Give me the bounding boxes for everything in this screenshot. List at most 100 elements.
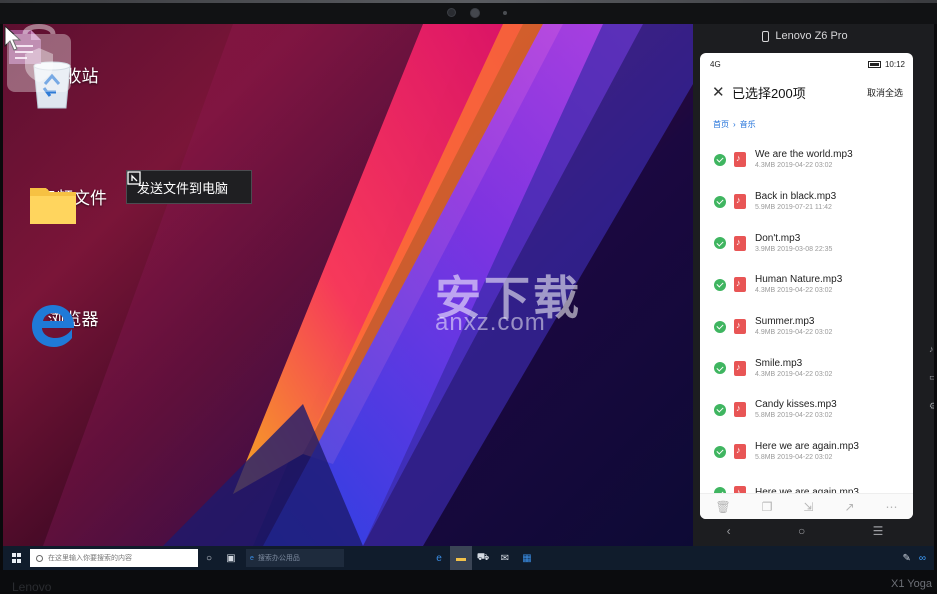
- checked-icon[interactable]: [714, 195, 726, 208]
- phone-screen: 4G 10:12 ✕ 已选择200项 取消全选 首页 › 音乐 We are t…: [700, 53, 913, 519]
- trash-icon[interactable]: 🗑: [715, 500, 730, 514]
- brand-model: X1 Yoga: [891, 578, 932, 590]
- checked-icon[interactable]: [714, 445, 726, 458]
- laptop-screen: 回收站 音频文件 浏览器 发送文件到电脑: [3, 24, 934, 570]
- battery-icon: [867, 60, 881, 68]
- deselect-all-button[interactable]: 取消全选: [867, 86, 903, 99]
- recents-icon[interactable]: ☰: [873, 524, 884, 538]
- laptop-bezel-bottom: Lenovo X1 Yoga: [0, 570, 937, 594]
- pen-icon[interactable]: ✎: [902, 553, 910, 564]
- list-item[interactable]: Smile.mp34.3MB 2019-04-22 03:02: [700, 347, 913, 389]
- edge-small-icon: e: [250, 554, 254, 562]
- list-item[interactable]: Here we are again.mp35.8MB 2019-04-22 03…: [700, 431, 913, 473]
- breadcrumb: 首页 › 音乐: [700, 113, 913, 135]
- list-item[interactable]: Don't.mp33.9MB 2019-03-08 22:35: [700, 222, 913, 264]
- search-icon: [36, 554, 43, 562]
- device-name: Lenovo Z6 Pro: [775, 30, 848, 42]
- music-file-icon: [734, 319, 746, 335]
- music-file-icon: [734, 277, 746, 293]
- ir-sensor: [447, 8, 456, 17]
- tooltip-text: 发送文件到电脑: [137, 180, 229, 196]
- list-item[interactable]: Back in black.mp35.9MB 2019-07-21 11:42: [700, 181, 913, 223]
- desktop-icon-audio-folder[interactable]: 音频文件: [28, 180, 118, 224]
- status-time: 10:12: [884, 59, 905, 69]
- edge-browser-icon: [32, 305, 75, 347]
- move-icon[interactable]: ⇲: [803, 500, 813, 514]
- pin-icon[interactable]: ♪: [929, 344, 934, 354]
- checked-icon[interactable]: [714, 362, 726, 375]
- checked-icon[interactable]: [714, 320, 726, 333]
- app-icon[interactable]: ▦: [516, 546, 538, 570]
- breadcrumb-home[interactable]: 首页: [713, 119, 729, 130]
- mail-icon[interactable]: ✉: [494, 546, 516, 570]
- copy-icon[interactable]: ❐: [762, 500, 773, 514]
- wallpaper-streaks: [43, 24, 693, 546]
- file-name: Here we are again.mp3: [755, 441, 859, 453]
- file-meta: 4.3MB 2019-04-22 03:02: [755, 370, 833, 378]
- more-icon[interactable]: ⋯: [885, 500, 897, 514]
- file-name: Smile.mp3: [755, 357, 803, 369]
- list-item[interactable]: We are the world.mp34.3MB 2019-04-22 03:…: [700, 139, 913, 181]
- windows-start-icon[interactable]: [12, 553, 22, 563]
- cortana-icon[interactable]: ○: [198, 546, 220, 570]
- folder-icon: [30, 188, 76, 224]
- file-meta: 5.8MB 2019-04-22 03:02: [755, 454, 833, 462]
- close-icon[interactable]: ✕: [712, 83, 730, 101]
- phone-icon: [762, 30, 770, 42]
- gear-icon[interactable]: ⚙: [929, 401, 934, 412]
- phone-device-title: Lenovo Z6 Pro: [693, 30, 917, 42]
- send-to-pc-tooltip: 发送文件到电脑: [126, 170, 252, 204]
- phone-nav-keys: ‹ ○ ☰: [693, 524, 917, 538]
- bezel-edge: [0, 0, 937, 3]
- file-name: Summer.mp3: [755, 316, 815, 328]
- music-file-icon: [734, 235, 746, 251]
- file-name: Candy kisses.mp3: [755, 399, 837, 411]
- breadcrumb-current[interactable]: 音乐: [740, 119, 756, 130]
- back-icon[interactable]: ‹: [727, 524, 731, 538]
- task-view-icon[interactable]: ▣: [220, 546, 242, 570]
- music-file-icon: [734, 194, 746, 210]
- selection-header: ✕ 已选择200项 取消全选: [700, 75, 913, 109]
- taskbar-search-input[interactable]: 在这里输入你要搜索的内容: [30, 549, 198, 567]
- music-file-icon: [734, 444, 746, 460]
- checked-icon[interactable]: [714, 278, 726, 291]
- watermark-logo-icon: [7, 24, 71, 92]
- file-name: Human Nature.mp3: [755, 274, 843, 286]
- list-item[interactable]: Summer.mp34.9MB 2019-04-22 03:02: [700, 306, 913, 348]
- file-meta: 5.8MB 2019-04-22 03:02: [755, 412, 833, 420]
- list-item[interactable]: Candy kisses.mp35.8MB 2019-04-22 03:02: [700, 389, 913, 431]
- chevron-right-icon: ›: [733, 119, 736, 129]
- watermark-subtext: anxz.com: [435, 309, 546, 336]
- desktop-wallpaper: 回收站 音频文件 浏览器 发送文件到电脑: [3, 24, 693, 546]
- link-app-icon[interactable]: ∞: [919, 553, 926, 564]
- phone-status-bar: 4G 10:12: [700, 53, 913, 75]
- file-meta: 5.9MB 2019-07-21 11:42: [755, 204, 832, 212]
- checked-icon[interactable]: [714, 237, 726, 250]
- search-placeholder: 在这里输入你要搜索的内容: [48, 555, 132, 562]
- explorer-icon[interactable]: ▬: [450, 546, 472, 570]
- edge-search-input[interactable]: e 搜索办公用品: [246, 549, 344, 567]
- store-icon[interactable]: ⛟: [472, 546, 494, 570]
- side-toolbar: ♪ ▭ ⚙: [929, 344, 934, 412]
- file-meta: 3.9MB 2019-03-08 22:35: [755, 245, 833, 253]
- status-right: 10:12: [867, 59, 905, 69]
- edge-search-placeholder: 搜索办公用品: [257, 555, 300, 562]
- list-item[interactable]: Human Nature.mp34.3MB 2019-04-22 03:02: [700, 264, 913, 306]
- desktop-icon-browser[interactable]: 浏览器: [28, 301, 118, 347]
- checked-icon[interactable]: [714, 153, 726, 166]
- laptop-bezel-top: [0, 0, 937, 24]
- phone-mirror-panel: Lenovo Z6 Pro 4G 10:12 ✕ 已选择200项 取消全选 首页…: [693, 24, 934, 546]
- action-bar: 🗑 ❐ ⇲ ↗ ⋯: [700, 493, 913, 519]
- webcam: [470, 8, 480, 18]
- share-icon[interactable]: ↗: [844, 500, 854, 514]
- file-name: Back in black.mp3: [755, 191, 837, 203]
- checked-icon[interactable]: [714, 403, 726, 416]
- signal-indicator: 4G: [710, 59, 721, 69]
- system-tray: ✎ ∞: [902, 553, 934, 564]
- home-icon[interactable]: ○: [798, 524, 805, 538]
- send-file-icon: [127, 171, 141, 185]
- file-meta: 4.3MB 2019-04-22 03:02: [755, 162, 833, 170]
- screen-icon[interactable]: ▭: [929, 372, 934, 383]
- selection-count-title: 已选择200项: [732, 85, 806, 101]
- edge-icon[interactable]: e: [428, 546, 450, 570]
